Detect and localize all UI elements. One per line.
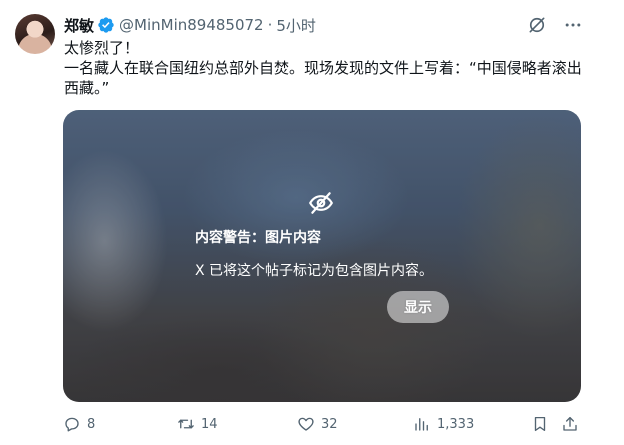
share-icon: [563, 416, 577, 431]
media-sensitive-content[interactable]: 内容警告：图片内容 X 已将这个帖子标记为包含图片内容。 显示: [63, 110, 581, 402]
tweet-timestamp[interactable]: 5小时: [276, 15, 316, 36]
author-display-name[interactable]: 郑敏: [64, 15, 94, 36]
heart-icon: [298, 417, 314, 431]
reply-count: 8: [87, 416, 96, 432]
tweet-text-line: 一名藏人在联合国纽约总部外自焚。现场发现的文件上写着：“中国侵略者滚出西藏。”: [64, 59, 582, 97]
share-button[interactable]: [561, 413, 579, 435]
reply-button[interactable]: 8: [63, 413, 95, 435]
more-icon[interactable]: [562, 14, 584, 36]
avatar[interactable]: [15, 14, 55, 54]
views-button[interactable]: 1,333: [413, 413, 474, 435]
like-button[interactable]: 32: [297, 413, 338, 435]
like-count: 32: [321, 416, 338, 432]
views-icon: [415, 418, 428, 431]
bookmark-button[interactable]: [531, 413, 549, 435]
tweet-text-line: 太惨烈了！: [64, 39, 140, 57]
media-blur-overlay: [63, 110, 581, 402]
tweet-header: 郑敏 @MinMin89485072 · 5小时: [64, 14, 316, 36]
content-warning-description: X 已将这个帖子标记为包含图片内容。: [195, 263, 434, 279]
retweet-button[interactable]: 14: [177, 413, 218, 435]
tweet-card[interactable]: 郑敏 @MinMin89485072 · 5小时 太惨烈了！ 一名藏人在联合国纽…: [0, 0, 624, 445]
header-separator: ·: [267, 16, 273, 34]
grok-icon[interactable]: [526, 14, 548, 36]
top-actions: [526, 14, 584, 36]
retweet-count: 14: [201, 416, 218, 432]
content-warning-title: 内容警告：图片内容: [195, 230, 321, 246]
eye-slash-icon: [308, 190, 334, 216]
retweet-icon: [178, 419, 194, 429]
bookmark-icon: [534, 416, 546, 432]
author-handle[interactable]: @MinMin89485072: [119, 16, 264, 34]
reply-icon: [65, 417, 79, 432]
tweet-text: 太惨烈了！ 一名藏人在联合国纽约总部外自焚。现场发现的文件上写着：“中国侵略者滚…: [64, 38, 584, 98]
verified-badge-icon: [97, 16, 115, 34]
show-content-button[interactable]: 显示: [387, 291, 449, 323]
views-count: 1,333: [437, 416, 475, 432]
tweet-actions-bar: 8 14 32 1,333: [63, 413, 581, 435]
